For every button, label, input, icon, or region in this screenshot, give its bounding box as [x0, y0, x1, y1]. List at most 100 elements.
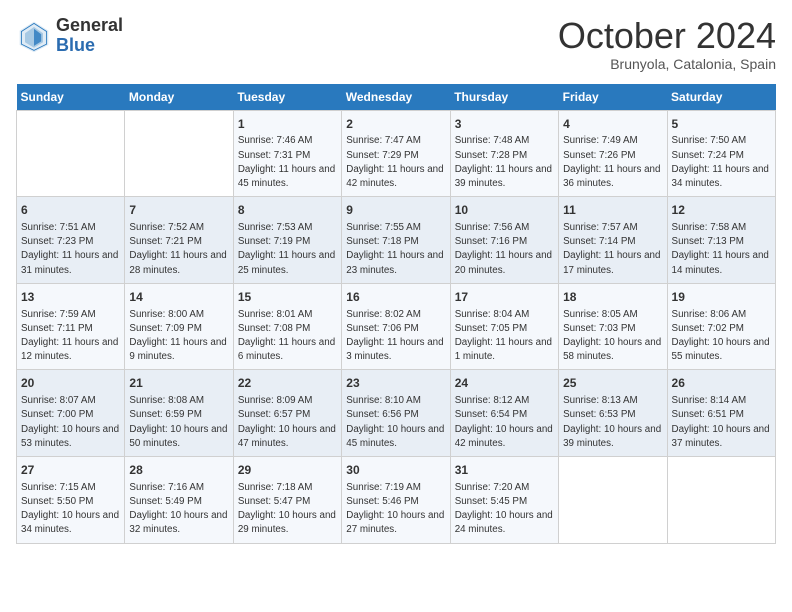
day-info: Sunrise: 8:13 AM Sunset: 6:53 PM Dayligh… — [563, 394, 662, 451]
weekday-header-thursday: Thursday — [450, 84, 558, 111]
day-number: 9 — [346, 202, 445, 219]
day-number: 5 — [672, 116, 771, 133]
calendar-cell: 9Sunrise: 7:55 AM Sunset: 7:18 PM Daylig… — [342, 197, 450, 284]
day-info: Sunrise: 7:18 AM Sunset: 5:47 PM Dayligh… — [238, 481, 337, 538]
day-number: 29 — [238, 462, 337, 479]
calendar-cell: 2Sunrise: 7:47 AM Sunset: 7:29 PM Daylig… — [342, 110, 450, 197]
calendar-cell — [125, 110, 233, 197]
day-number: 25 — [563, 375, 662, 392]
calendar-cell: 6 Sunrise: 7:51 AM Sunset: 7:23 PM Daylig… — [17, 197, 125, 284]
day-number: 3 — [455, 116, 554, 133]
day-number: 6 — [21, 202, 120, 219]
day-info: Sunrise: 8:09 AM Sunset: 6:57 PM Dayligh… — [238, 394, 337, 451]
calendar-week-row: 6 Sunrise: 7:51 AM Sunset: 7:23 PM Daylig… — [17, 197, 776, 284]
day-info: Sunrise: 8:01 AM Sunset: 7:08 PM Dayligh… — [238, 308, 337, 365]
calendar-cell — [559, 457, 667, 544]
day-info: Sunrise: 7:53 AM Sunset: 7:19 PM Dayligh… — [238, 221, 337, 278]
calendar-header-row: SundayMondayTuesdayWednesdayThursdayFrid… — [17, 84, 776, 111]
day-info: Sunrise: 7:58 AM Sunset: 7:13 PM Dayligh… — [672, 221, 771, 278]
logo: General Blue — [16, 16, 123, 56]
day-number: 11 — [563, 202, 662, 219]
calendar-week-row: 20Sunrise: 8:07 AM Sunset: 7:00 PM Dayli… — [17, 370, 776, 457]
day-number: 14 — [129, 289, 228, 306]
day-number: 31 — [455, 462, 554, 479]
day-info: Sunrise: 8:08 AM Sunset: 6:59 PM Dayligh… — [129, 394, 228, 451]
weekday-header-monday: Monday — [125, 84, 233, 111]
day-info: Sunrise: 7:56 AM Sunset: 7:16 PM Dayligh… — [455, 221, 554, 278]
day-info: Sunrise: 7:52 AM Sunset: 7:21 PM Dayligh… — [129, 221, 228, 278]
calendar-cell: 5Sunrise: 7:50 AM Sunset: 7:24 PM Daylig… — [667, 110, 775, 197]
location-subtitle: Brunyola, Catalonia, Spain — [558, 56, 776, 72]
day-number: 28 — [129, 462, 228, 479]
day-info: Sunrise: 8:14 AM Sunset: 6:51 PM Dayligh… — [672, 394, 771, 451]
calendar-cell: 8Sunrise: 7:53 AM Sunset: 7:19 PM Daylig… — [233, 197, 341, 284]
calendar-week-row: 13 Sunrise: 7:59 AM Sunset: 7:11 PM Dayli… — [17, 283, 776, 370]
day-number: 16 — [346, 289, 445, 306]
day-info: Sunrise: 8:12 AM Sunset: 6:54 PM Dayligh… — [455, 394, 554, 451]
day-number: 2 — [346, 116, 445, 133]
calendar-cell: 28 Sunrise: 7:16 AM Sunset: 5:49 PM Dayli… — [125, 457, 233, 544]
calendar-week-row: 1Sunrise: 7:46 AM Sunset: 7:31 PM Daylig… — [17, 110, 776, 197]
weekday-header-tuesday: Tuesday — [233, 84, 341, 111]
day-info: Sunrise: 8:07 AM Sunset: 7:00 PM Dayligh… — [21, 394, 120, 451]
day-number: 10 — [455, 202, 554, 219]
weekday-header-saturday: Saturday — [667, 84, 775, 111]
day-number: 26 — [672, 375, 771, 392]
calendar-cell: 30Sunrise: 7:19 AM Sunset: 5:46 PM Dayli… — [342, 457, 450, 544]
day-number: 23 — [346, 375, 445, 392]
day-number: 13 — [21, 289, 120, 306]
calendar-cell: 29 Sunrise: 7:18 AM Sunset: 5:47 PM Dayli… — [233, 457, 341, 544]
logo-line1: General — [56, 15, 123, 35]
day-info: Sunrise: 7:57 AM Sunset: 7:14 PM Dayligh… — [563, 221, 662, 278]
day-info: Sunrise: 7:50 AM Sunset: 7:24 PM Dayligh… — [672, 134, 771, 191]
day-info: Sunrise: 7:16 AM Sunset: 5:49 PM Dayligh… — [129, 481, 228, 538]
day-number: 22 — [238, 375, 337, 392]
title-block: October 2024 Brunyola, Catalonia, Spain — [558, 16, 776, 72]
calendar-cell: 17 Sunrise: 8:04 AM Sunset: 7:05 PM Dayli… — [450, 283, 558, 370]
calendar-cell: 12Sunrise: 7:58 AM Sunset: 7:13 PM Dayli… — [667, 197, 775, 284]
calendar-table: SundayMondayTuesdayWednesdayThursdayFrid… — [16, 84, 776, 544]
calendar-body: 1Sunrise: 7:46 AM Sunset: 7:31 PM Daylig… — [17, 110, 776, 543]
day-info: Sunrise: 7:15 AM Sunset: 5:50 PM Dayligh… — [21, 481, 120, 538]
day-info: Sunrise: 8:06 AM Sunset: 7:02 PM Dayligh… — [672, 308, 771, 365]
day-number: 15 — [238, 289, 337, 306]
calendar-cell: 23Sunrise: 8:10 AM Sunset: 6:56 PM Dayli… — [342, 370, 450, 457]
calendar-cell: 16Sunrise: 8:02 AM Sunset: 7:06 PM Dayli… — [342, 283, 450, 370]
day-info: Sunrise: 8:05 AM Sunset: 7:03 PM Dayligh… — [563, 308, 662, 365]
day-info: Sunrise: 7:51 AM Sunset: 7:23 PM Dayligh… — [21, 221, 120, 278]
calendar-cell — [667, 457, 775, 544]
day-number: 7 — [129, 202, 228, 219]
calendar-cell: 1Sunrise: 7:46 AM Sunset: 7:31 PM Daylig… — [233, 110, 341, 197]
day-info: Sunrise: 7:19 AM Sunset: 5:46 PM Dayligh… — [346, 481, 445, 538]
day-info: Sunrise: 7:48 AM Sunset: 7:28 PM Dayligh… — [455, 134, 554, 191]
day-info: Sunrise: 7:59 AM Sunset: 7:11 PM Dayligh… — [21, 308, 120, 365]
calendar-cell: 18Sunrise: 8:05 AM Sunset: 7:03 PM Dayli… — [559, 283, 667, 370]
day-number: 4 — [563, 116, 662, 133]
calendar-cell: 27Sunrise: 7:15 AM Sunset: 5:50 PM Dayli… — [17, 457, 125, 544]
calendar-cell: 20Sunrise: 8:07 AM Sunset: 7:00 PM Dayli… — [17, 370, 125, 457]
page-header: General Blue October 2024 Brunyola, Cata… — [16, 16, 776, 72]
calendar-cell — [17, 110, 125, 197]
calendar-cell: 3Sunrise: 7:48 AM Sunset: 7:28 PM Daylig… — [450, 110, 558, 197]
day-info: Sunrise: 8:04 AM Sunset: 7:05 PM Dayligh… — [455, 308, 554, 365]
day-number: 24 — [455, 375, 554, 392]
calendar-cell: 13 Sunrise: 7:59 AM Sunset: 7:11 PM Dayli… — [17, 283, 125, 370]
logo-text: General Blue — [56, 16, 123, 56]
day-info: Sunrise: 7:47 AM Sunset: 7:29 PM Dayligh… — [346, 134, 445, 191]
calendar-cell: 7 Sunrise: 7:52 AM Sunset: 7:21 PM Daylig… — [125, 197, 233, 284]
calendar-cell: 24 Sunrise: 8:12 AM Sunset: 6:54 PM Dayli… — [450, 370, 558, 457]
month-title: October 2024 — [558, 16, 776, 56]
calendar-cell: 25 Sunrise: 8:13 AM Sunset: 6:53 PM Dayli… — [559, 370, 667, 457]
calendar-cell: 15 Sunrise: 8:01 AM Sunset: 7:08 PM Dayli… — [233, 283, 341, 370]
day-number: 1 — [238, 116, 337, 133]
day-number: 17 — [455, 289, 554, 306]
day-info: Sunrise: 7:46 AM Sunset: 7:31 PM Dayligh… — [238, 134, 337, 191]
calendar-cell: 14Sunrise: 8:00 AM Sunset: 7:09 PM Dayli… — [125, 283, 233, 370]
weekday-header-sunday: Sunday — [17, 84, 125, 111]
calendar-cell: 10 Sunrise: 7:56 AM Sunset: 7:16 PM Dayli… — [450, 197, 558, 284]
calendar-week-row: 27Sunrise: 7:15 AM Sunset: 5:50 PM Dayli… — [17, 457, 776, 544]
day-number: 19 — [672, 289, 771, 306]
calendar-cell: 31Sunrise: 7:20 AM Sunset: 5:45 PM Dayli… — [450, 457, 558, 544]
logo-line2: Blue — [56, 35, 95, 55]
calendar-cell: 21Sunrise: 8:08 AM Sunset: 6:59 PM Dayli… — [125, 370, 233, 457]
